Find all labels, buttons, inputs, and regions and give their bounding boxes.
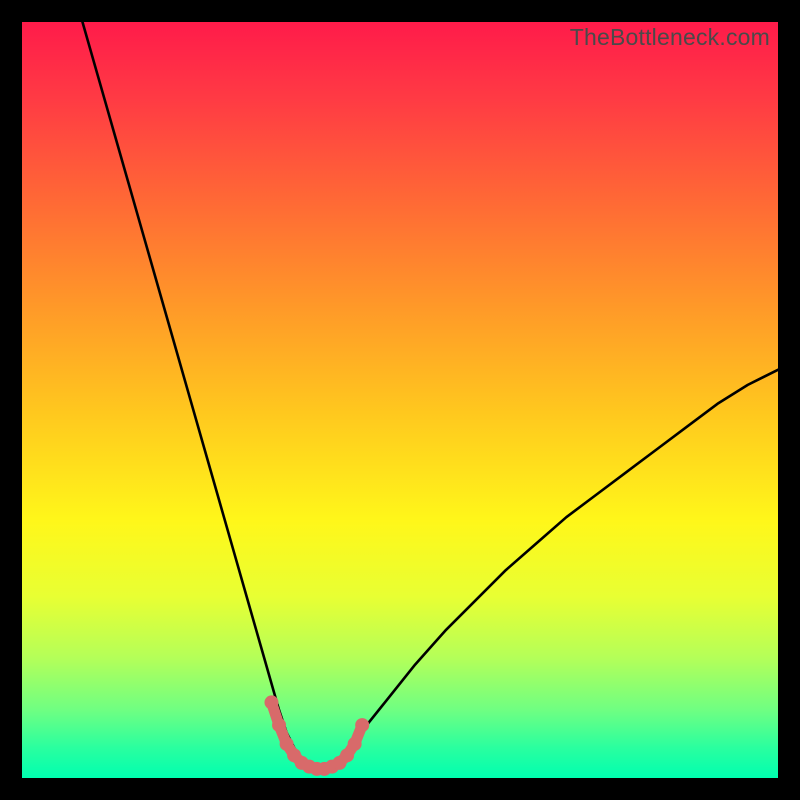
valley-dot [355, 718, 369, 732]
valley-dot [348, 737, 362, 751]
bottleneck-curve [82, 22, 778, 770]
curve-layer [22, 22, 778, 778]
valley-dot [272, 718, 286, 732]
valley-dot [264, 695, 278, 709]
plot-area: TheBottleneck.com [22, 22, 778, 778]
chart-frame: TheBottleneck.com [0, 0, 800, 800]
